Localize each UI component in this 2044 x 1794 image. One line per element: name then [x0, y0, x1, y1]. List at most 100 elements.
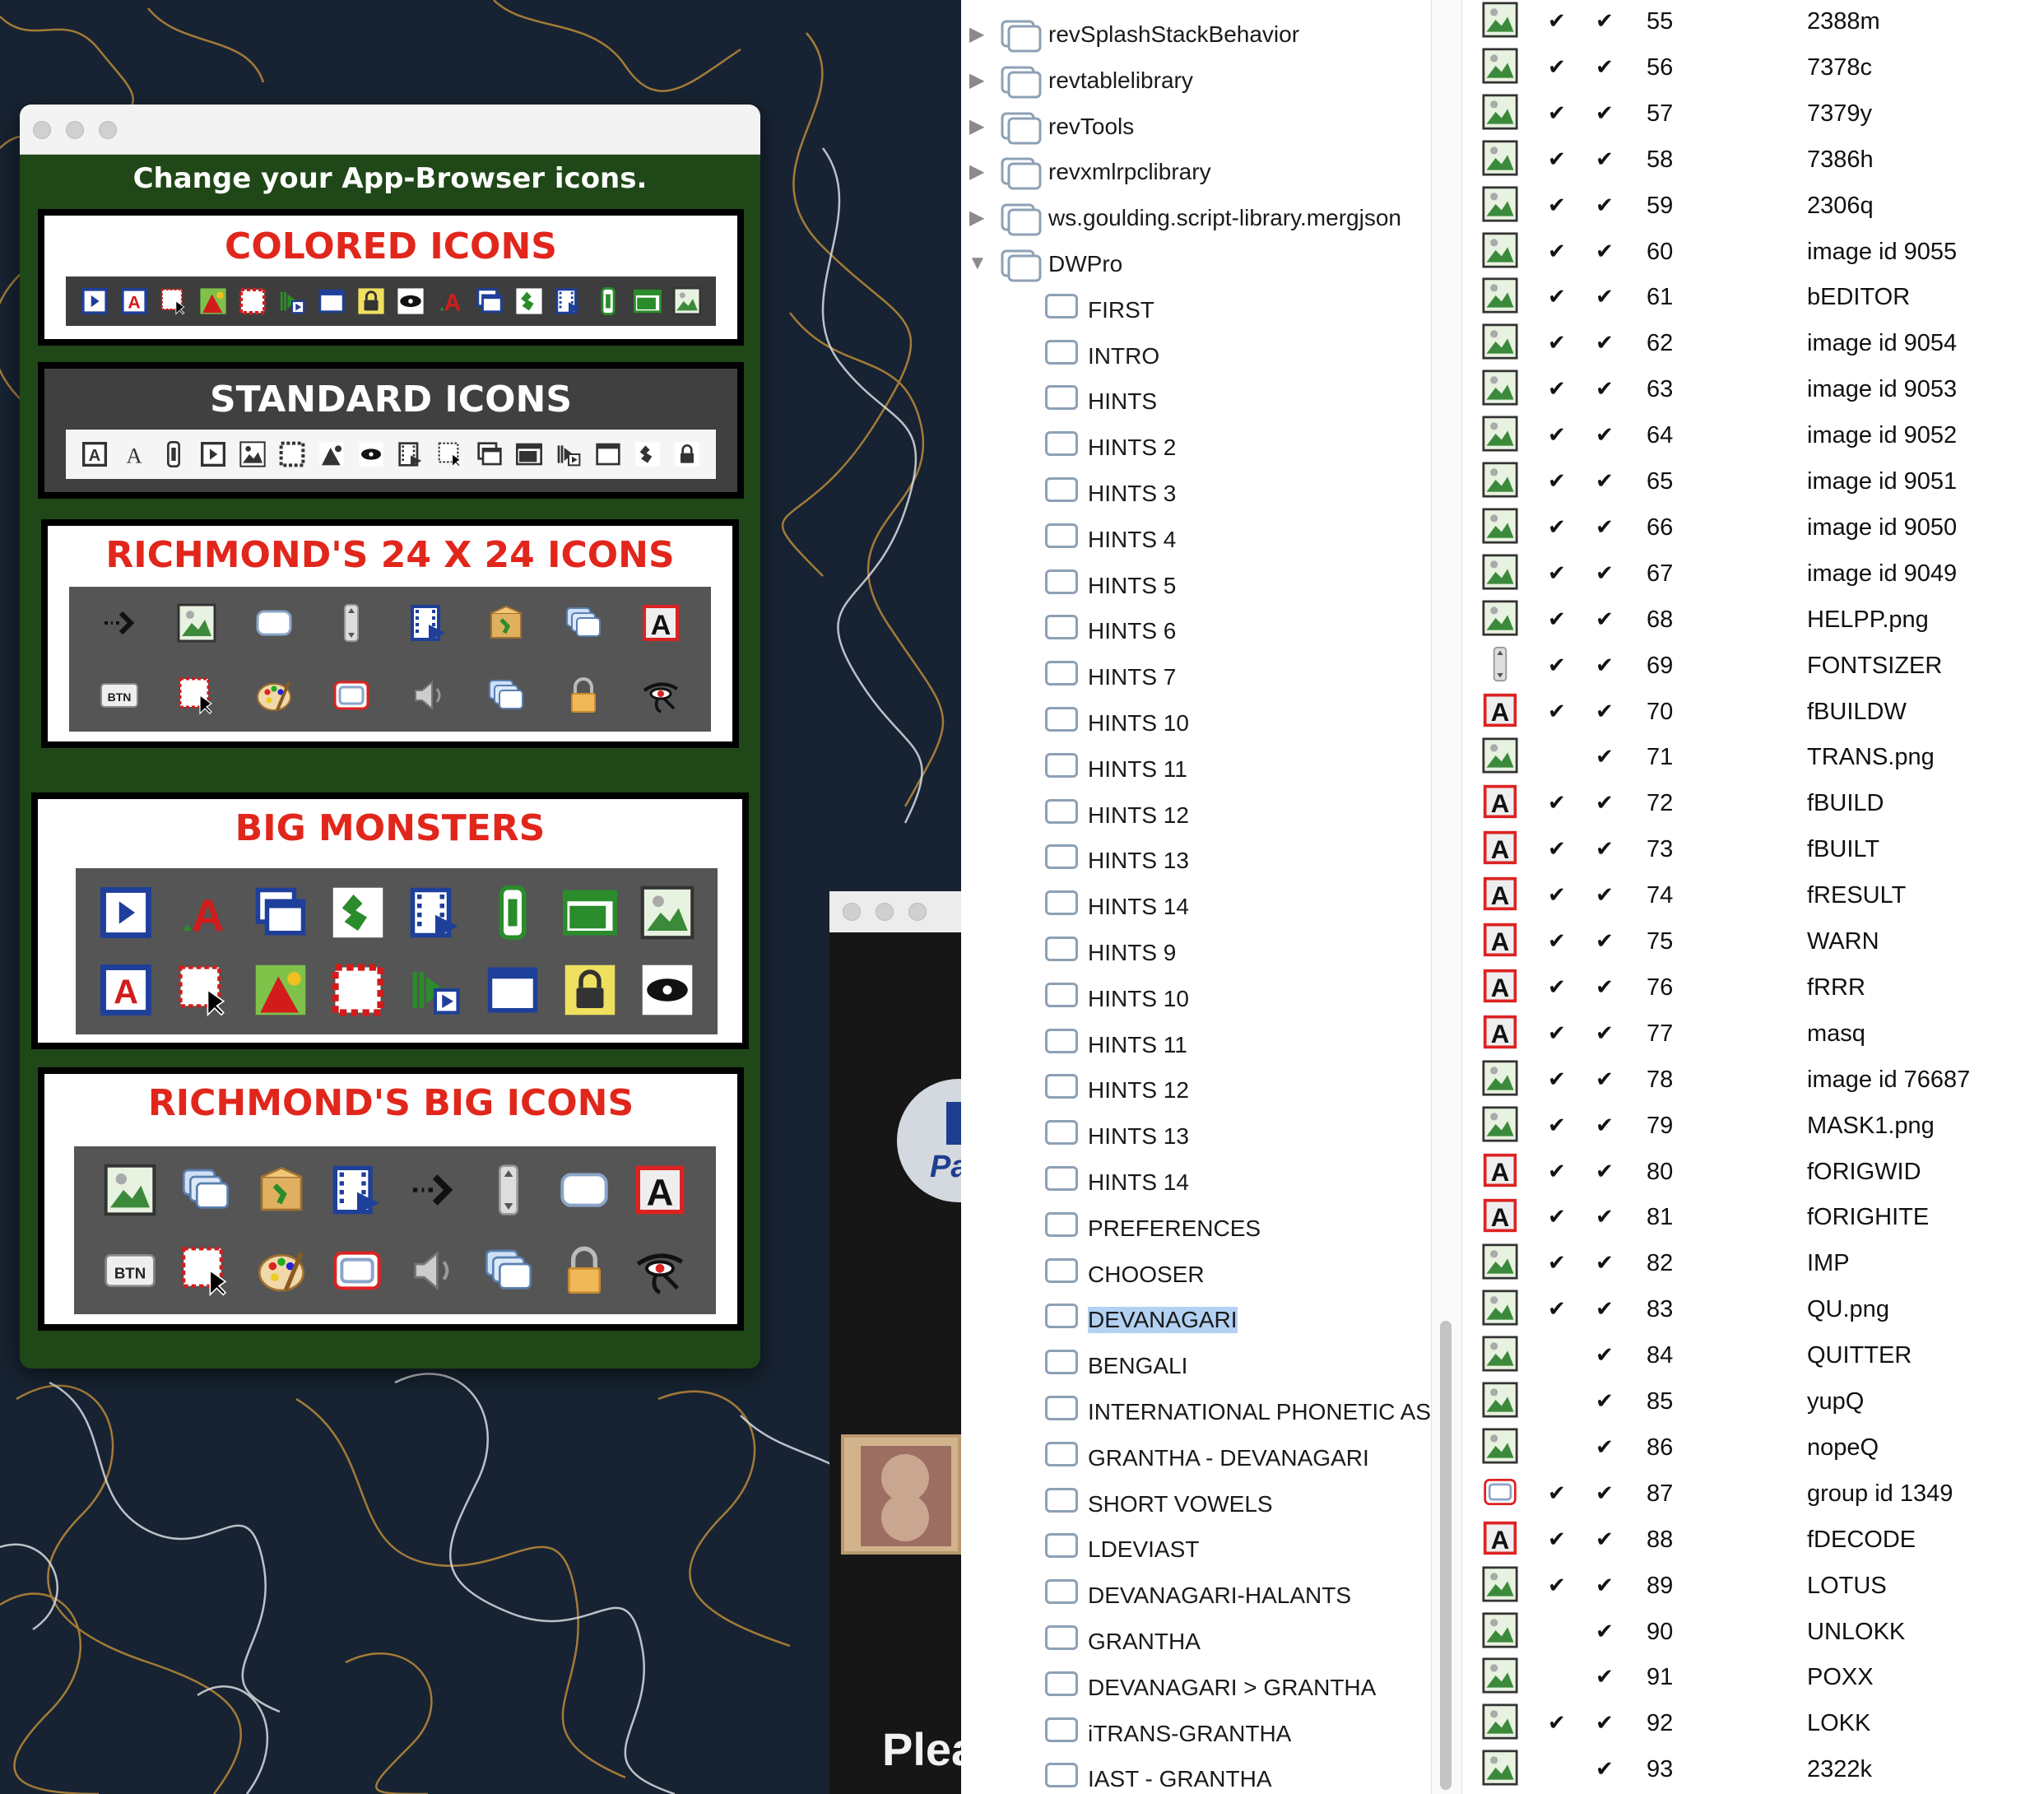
tree-row-card[interactable]: HINTS 14 — [961, 1160, 1431, 1206]
disclosure-triangle-expanded-icon[interactable]: ▼ — [968, 252, 987, 275]
close-window-button[interactable] — [33, 121, 51, 139]
table-row[interactable]: A ✔ ✔ 81 fORIGHITE — [1462, 1197, 2044, 1243]
window-titlebar[interactable] — [829, 891, 961, 932]
table-row[interactable]: A ✔ ✔ 73 fBUILT — [1462, 830, 2044, 876]
enabled-checkmark[interactable]: ✔ — [1596, 1067, 1614, 1092]
disclosure-triangle-icon[interactable]: ▶ — [969, 22, 984, 46]
enabled-checkmark[interactable]: ✔ — [1596, 653, 1614, 678]
enabled-checkmark[interactable]: ✔ — [1596, 514, 1614, 540]
tree-row-card[interactable]: HINTS 10 — [961, 976, 1431, 1022]
table-row[interactable]: ✔ ✔ 61 bEDITOR — [1462, 277, 2044, 323]
visible-checkmark[interactable]: ✔ — [1548, 514, 1566, 540]
visible-checkmark[interactable]: ✔ — [1548, 239, 1566, 264]
table-row[interactable]: ✔ ✔ 92 LOKK — [1462, 1703, 2044, 1750]
table-row[interactable]: ✔ 71 TRANS.png — [1462, 737, 2044, 783]
table-row[interactable]: ✔ ✔ 58 7386h — [1462, 140, 2044, 186]
enabled-checkmark[interactable]: ✔ — [1596, 239, 1614, 264]
tree-row-card[interactable]: INTERNATIONAL PHONETIC AS — [961, 1389, 1431, 1435]
visible-checkmark[interactable]: ✔ — [1548, 8, 1566, 34]
enabled-checkmark[interactable]: ✔ — [1596, 699, 1614, 724]
disclosure-triangle-icon[interactable]: ▶ — [969, 68, 984, 92]
tree-row-card[interactable]: DEVANAGARI — [961, 1297, 1431, 1343]
disclosure-triangle-icon[interactable]: ▶ — [969, 114, 984, 138]
table-row[interactable]: ✔ ✔ 56 7378c — [1462, 48, 2044, 94]
enabled-checkmark[interactable]: ✔ — [1596, 146, 1614, 172]
visible-checkmark[interactable]: ✔ — [1548, 1113, 1566, 1138]
richmond-24-icons-option[interactable]: RICHMOND'S 24 X 24 ICONS A BTN — [41, 519, 739, 748]
enabled-checkmark[interactable]: ✔ — [1596, 1480, 1614, 1506]
colored-icons-option[interactable]: COLORED ICONS AA — [38, 209, 744, 346]
tree-row-card[interactable]: HINTS 13 — [961, 1113, 1431, 1160]
disclosure-triangle-icon[interactable]: ▶ — [969, 160, 984, 184]
table-row[interactable]: ✔ ✔ 87 group id 1349 — [1462, 1474, 2044, 1520]
table-row[interactable]: A ✔ ✔ 77 masq — [1462, 1014, 2044, 1060]
enabled-checkmark[interactable]: ✔ — [1596, 974, 1614, 1000]
disclosure-triangle-icon[interactable]: ▶ — [969, 206, 984, 230]
visible-checkmark[interactable]: ✔ — [1548, 1204, 1566, 1229]
enabled-checkmark[interactable]: ✔ — [1596, 1756, 1614, 1782]
enabled-checkmark[interactable]: ✔ — [1596, 744, 1614, 769]
tree-row-card[interactable]: IAST - GRANTHA — [961, 1756, 1431, 1794]
tree-row-card[interactable]: HINTS 11 — [961, 1022, 1431, 1068]
minimize-window-button[interactable] — [66, 121, 84, 139]
zoom-window-button[interactable] — [99, 121, 117, 139]
zoom-window-button[interactable] — [908, 903, 927, 921]
table-row[interactable]: ✔ ✔ 55 2388m — [1462, 2, 2044, 48]
visible-checkmark[interactable]: ✔ — [1548, 1573, 1566, 1598]
visible-checkmark[interactable]: ✔ — [1548, 1710, 1566, 1736]
enabled-checkmark[interactable]: ✔ — [1596, 193, 1614, 218]
close-window-button[interactable] — [843, 903, 861, 921]
table-row[interactable]: ✔ ✔ 89 LOTUS — [1462, 1566, 2044, 1612]
enabled-checkmark[interactable]: ✔ — [1596, 1388, 1614, 1414]
richmond-big-icons-option[interactable]: RICHMOND'S BIG ICONS A BTN — [38, 1067, 744, 1331]
tree-row-card[interactable]: GRANTHA — [961, 1619, 1431, 1665]
table-row[interactable]: A ✔ ✔ 76 fRRR — [1462, 968, 2044, 1014]
visible-checkmark[interactable]: ✔ — [1548, 882, 1566, 908]
table-row[interactable]: ✔ ✔ 64 image id 9052 — [1462, 416, 2044, 462]
table-row[interactable]: A ✔ ✔ 88 fDECODE — [1462, 1520, 2044, 1566]
table-row[interactable]: ✔ ✔ 63 image id 9053 — [1462, 369, 2044, 416]
table-row[interactable]: ✔ ✔ 69 FONTSIZER — [1462, 646, 2044, 692]
table-row[interactable]: ✔ ✔ 78 image id 76687 — [1462, 1060, 2044, 1106]
enabled-checkmark[interactable]: ✔ — [1596, 1710, 1614, 1736]
enabled-checkmark[interactable]: ✔ — [1596, 836, 1614, 862]
enabled-checkmark[interactable]: ✔ — [1596, 330, 1614, 356]
table-row[interactable]: A ✔ ✔ 74 fRESULT — [1462, 876, 2044, 922]
enabled-checkmark[interactable]: ✔ — [1596, 1204, 1614, 1229]
table-row[interactable]: ✔ ✔ 68 HELPP.png — [1462, 600, 2044, 646]
tree-row-card[interactable]: INTRO — [961, 333, 1431, 379]
tree-row-card[interactable]: HINTS — [961, 379, 1431, 425]
visible-checkmark[interactable]: ✔ — [1548, 928, 1566, 954]
tree-row-card[interactable]: HINTS 12 — [961, 1067, 1431, 1113]
visible-checkmark[interactable]: ✔ — [1548, 653, 1566, 678]
enabled-checkmark[interactable]: ✔ — [1596, 8, 1614, 34]
tree-row-card[interactable]: SHORT VOWELS — [961, 1481, 1431, 1527]
enabled-checkmark[interactable]: ✔ — [1596, 607, 1614, 632]
tree-row-card[interactable]: BENGALI — [961, 1343, 1431, 1389]
visible-checkmark[interactable]: ✔ — [1548, 560, 1566, 586]
visible-checkmark[interactable]: ✔ — [1548, 1296, 1566, 1322]
visible-checkmark[interactable]: ✔ — [1548, 146, 1566, 172]
visible-checkmark[interactable]: ✔ — [1548, 699, 1566, 724]
visible-checkmark[interactable]: ✔ — [1548, 284, 1566, 309]
enabled-checkmark[interactable]: ✔ — [1596, 376, 1614, 402]
enabled-checkmark[interactable]: ✔ — [1596, 560, 1614, 586]
window-titlebar[interactable] — [20, 105, 760, 155]
enabled-checkmark[interactable]: ✔ — [1596, 790, 1614, 816]
tree-row-card[interactable]: DEVANAGARI-HALANTS — [961, 1573, 1431, 1619]
enabled-checkmark[interactable]: ✔ — [1596, 1020, 1614, 1046]
table-row[interactable]: ✔ ✔ 59 2306q — [1462, 186, 2044, 232]
tree-row-stack[interactable]: ▼ DWPro — [961, 241, 1431, 287]
table-row[interactable]: A ✔ ✔ 75 WARN — [1462, 922, 2044, 968]
tree-row-card[interactable]: HINTS 3 — [961, 471, 1431, 517]
tree-row-card[interactable]: HINTS 6 — [961, 608, 1431, 654]
table-row[interactable]: A ✔ ✔ 70 fBUILDW — [1462, 692, 2044, 738]
enabled-checkmark[interactable]: ✔ — [1596, 284, 1614, 309]
tree-row-card[interactable]: HINTS 2 — [961, 425, 1431, 471]
enabled-checkmark[interactable]: ✔ — [1596, 1113, 1614, 1138]
minimize-window-button[interactable] — [876, 903, 894, 921]
table-row[interactable]: A ✔ ✔ 72 fBUILD — [1462, 783, 2044, 830]
tree-row-card[interactable]: HINTS 14 — [961, 884, 1431, 930]
enabled-checkmark[interactable]: ✔ — [1596, 1527, 1614, 1552]
visible-checkmark[interactable]: ✔ — [1548, 1527, 1566, 1552]
